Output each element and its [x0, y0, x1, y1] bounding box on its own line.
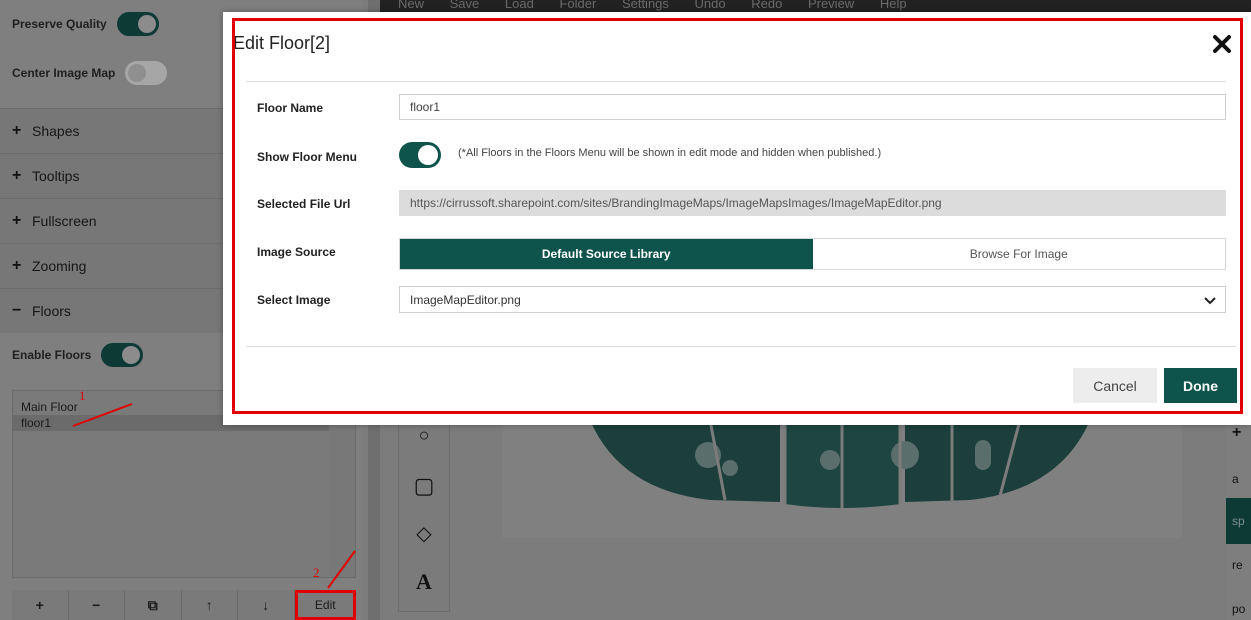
chevron-down-icon [1204, 297, 1216, 305]
annotation-1-arrow [72, 403, 133, 427]
show-floor-menu-label: Show Floor Menu [257, 150, 357, 164]
section-label: Zooming [32, 258, 87, 274]
shape-toolbar: ○ ▢ ◇ A [398, 420, 450, 612]
footer-divider [246, 346, 1236, 347]
section-label: Shapes [32, 123, 80, 139]
preserve-quality-toggle[interactable] [116, 12, 159, 36]
enable-floors-toggle[interactable] [101, 343, 144, 367]
menu-help[interactable]: Help [880, 0, 907, 11]
center-image-map-row: Center Image Map [12, 61, 168, 85]
plus-icon: + [12, 257, 22, 274]
menu-save[interactable]: Save [450, 0, 480, 11]
right-item-po[interactable]: po [1226, 602, 1251, 616]
center-image-map-toggle[interactable] [125, 61, 168, 85]
floor-toolbar: + − ⧉ ↑ ↓ Edit [12, 590, 356, 620]
edit-floor-modal [223, 12, 1251, 425]
menu-folder[interactable]: Folder [559, 0, 596, 11]
select-image-dropdown[interactable]: ImageMapEditor.png [399, 286, 1226, 313]
annotation-2-arrow [327, 550, 356, 589]
remove-floor-button[interactable]: − [69, 590, 125, 620]
selected-file-url-label: Selected File Url [257, 197, 351, 211]
menu-new[interactable]: New [398, 0, 424, 11]
default-source-library-button[interactable]: Default Source Library [400, 239, 813, 269]
menu-settings[interactable]: Settings [622, 0, 669, 11]
modal-title: Edit Floor[2] [233, 33, 331, 53]
preserve-quality-label: Preserve Quality [12, 17, 107, 31]
select-image-value: ImageMapEditor.png [410, 292, 521, 307]
show-floor-menu-toggle[interactable] [399, 142, 441, 168]
enable-floors-label: Enable Floors [12, 348, 92, 362]
selected-file-url-field: https://cirrussoft.sharepoint.com/sites/… [399, 190, 1226, 216]
show-floor-menu-note: (*All Floors in the Floors Menu will be … [458, 147, 882, 159]
enable-floors-row: Enable Floors [12, 343, 144, 367]
menu-load[interactable]: Load [505, 0, 534, 11]
image-source-selector: Default Source Library Browse For Image [399, 238, 1226, 270]
done-button[interactable]: Done [1164, 368, 1237, 403]
menu-undo[interactable]: Undo [695, 0, 726, 11]
copy-floor-button[interactable]: ⧉ [125, 590, 182, 620]
polygon-tool-icon[interactable]: ◇ [399, 521, 449, 546]
image-map-graphic [590, 420, 1090, 508]
top-menu: New Save Load Folder Settings Undo Redo … [380, 0, 1251, 12]
image-source-label: Image Source [257, 245, 336, 259]
right-panel-strip: + a sp re po [1226, 420, 1251, 620]
cancel-button[interactable]: Cancel [1073, 368, 1157, 403]
right-add-icon[interactable]: + [1226, 424, 1251, 442]
plus-icon: + [12, 212, 22, 229]
header-divider [246, 81, 1226, 82]
plus-icon: + [12, 167, 22, 184]
circle-tool-icon[interactable]: ○ [399, 425, 449, 446]
section-label: Floors [32, 303, 71, 319]
menu-redo[interactable]: Redo [751, 0, 782, 11]
move-down-button[interactable]: ↓ [238, 590, 295, 620]
rounded-rectangle-tool-icon[interactable]: ▢ [399, 473, 449, 499]
menu-preview[interactable]: Preview [808, 0, 854, 11]
floor-name-label: Floor Name [257, 101, 324, 115]
preserve-quality-row: Preserve Quality [12, 12, 159, 36]
browse-for-image-button[interactable]: Browse For Image [812, 239, 1225, 269]
plus-icon: + [12, 122, 22, 139]
move-up-button[interactable]: ↑ [182, 590, 238, 620]
right-item-re[interactable]: re [1226, 558, 1251, 572]
right-item-sp[interactable]: sp [1226, 498, 1251, 544]
select-image-label: Select Image [257, 293, 331, 307]
add-floor-button[interactable]: + [12, 590, 69, 620]
section-label: Tooltips [32, 168, 80, 184]
text-tool-icon[interactable]: A [399, 569, 449, 595]
edit-floor-button[interactable]: Edit [294, 590, 356, 620]
annotation-2: 2 [313, 565, 320, 580]
center-image-map-label: Center Image Map [12, 66, 116, 80]
close-icon[interactable] [1211, 33, 1233, 55]
floor-name-input[interactable] [399, 94, 1226, 120]
minus-icon: − [12, 302, 22, 319]
section-label: Fullscreen [32, 213, 97, 229]
right-item-a[interactable]: a [1226, 472, 1251, 486]
